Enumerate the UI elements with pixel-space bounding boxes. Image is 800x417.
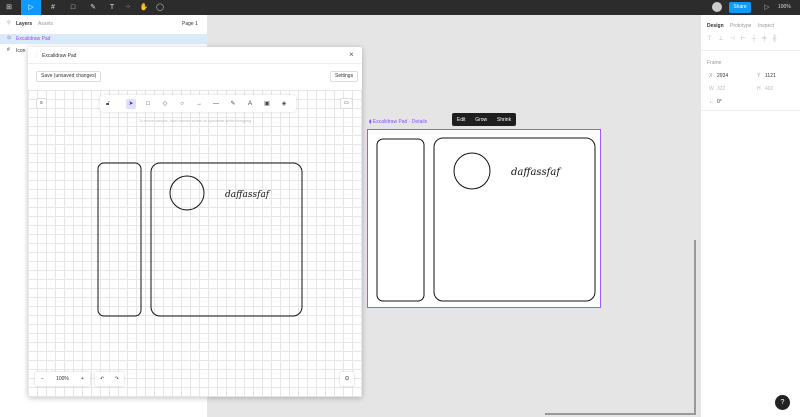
tall-rectangle: [376, 138, 425, 302]
plugin-title: Excalidraw Pad: [42, 53, 77, 59]
large-rectangle: [150, 162, 303, 317]
tab-inspect[interactable]: Inspect: [758, 23, 774, 29]
zoom-controls: − 100% +: [35, 372, 90, 386]
plugin-window: ⋮ Excalidraw Pad × Save (unsaved changes…: [28, 47, 362, 397]
undo-icon[interactable]: ↶: [100, 376, 104, 382]
large-rectangle: [433, 137, 596, 302]
frame-name: Excalidraw Pad: [372, 119, 408, 125]
settings-button[interactable]: Settings: [330, 71, 359, 82]
tab-layers[interactable]: Layers: [16, 21, 32, 27]
details-link[interactable]: Details: [412, 119, 427, 125]
rotation-field[interactable]: 0°: [717, 99, 722, 105]
tall-rectangle: [97, 162, 142, 317]
frame-drawing: daffassfaf: [376, 137, 596, 302]
history-controls: ↶ ↷: [95, 372, 124, 386]
height-field[interactable]: 402: [765, 86, 773, 92]
zoom-in-button[interactable]: +: [81, 376, 84, 382]
layer-row-selected[interactable]: ⊙ Excalidraw Pad: [0, 34, 208, 44]
width-field[interactable]: 322: [717, 86, 725, 92]
layer-name: Icon: [16, 48, 26, 54]
rotation-icon: ∟: [709, 99, 714, 105]
alignment-icons[interactable]: ⊤⊥⊣⊢┼╪╫: [707, 35, 783, 42]
hand-tool-icon[interactable]: ✋: [137, 0, 151, 15]
shrink-button[interactable]: Shrink: [497, 117, 511, 123]
close-icon[interactable]: ×: [349, 50, 354, 59]
present-icon[interactable]: ▷: [760, 0, 774, 15]
drawing-text: daffassfaf: [511, 167, 562, 178]
resources-icon[interactable]: ⁘: [121, 0, 135, 15]
divider: [701, 110, 800, 111]
zoom-out-button[interactable]: −: [41, 376, 44, 382]
shape-tool-icon[interactable]: □: [66, 0, 80, 15]
layer-name: Excalidraw Pad: [16, 36, 51, 42]
redo-icon[interactable]: ↷: [115, 376, 119, 382]
horizontal-scrollbar[interactable]: [545, 413, 695, 415]
circle: [453, 152, 491, 190]
drawing-text: daffassfaf: [225, 190, 271, 200]
frame-section[interactable]: Frame: [707, 60, 721, 66]
frame-action-bar: Edit Grow Shrink: [452, 113, 516, 126]
component-icon: ⊙: [7, 35, 12, 41]
toolbar: ⊞ ▷ # □ ✎ T ⁘ ✋ ◯ Share ▷ 100%: [0, 0, 800, 15]
y-field[interactable]: 1121: [765, 73, 776, 79]
pen-tool-icon[interactable]: ✎: [86, 0, 100, 15]
frame-label[interactable]: ⧫ Excalidraw Pad · Details: [369, 119, 427, 125]
frame-icon: #: [7, 47, 10, 53]
text-tool-icon[interactable]: T: [105, 0, 119, 15]
figma-menu-icon[interactable]: ⊞: [2, 0, 16, 15]
circle: [169, 175, 205, 211]
comment-icon[interactable]: ◯: [153, 0, 167, 15]
tab-prototype[interactable]: Prototype: [730, 23, 751, 29]
excalidraw-frame[interactable]: daffassfaf: [367, 129, 601, 308]
tab-assets[interactable]: Assets: [38, 21, 53, 27]
x-field[interactable]: 2934: [717, 73, 728, 79]
avatar[interactable]: [712, 2, 722, 12]
divider: [701, 50, 800, 51]
drawing: daffassfaf: [97, 162, 303, 317]
help-icon[interactable]: ⊙: [340, 372, 354, 386]
search-icon[interactable]: ⚲: [7, 20, 11, 26]
grow-button[interactable]: Grow: [475, 117, 487, 123]
excalidraw-canvas[interactable]: ≡ 🔓︎ ➤ □ ◇ ○ → — ✎ A ▣ ◈ ▭ To move canva…: [28, 90, 362, 397]
help-button[interactable]: ?: [775, 395, 790, 410]
page-selector[interactable]: Page 1: [182, 21, 198, 27]
save-button[interactable]: Save (unsaved changes): [36, 71, 102, 82]
divider: [28, 63, 362, 64]
edit-button[interactable]: Edit: [457, 117, 466, 123]
properties-panel: Design Prototype Inspect ⊤⊥⊣⊢┼╪╫ Frame X…: [700, 15, 800, 417]
vertical-scrollbar[interactable]: [694, 240, 696, 415]
share-button[interactable]: Share: [729, 2, 751, 13]
zoom-level: 100%: [56, 376, 69, 382]
drag-handle-icon[interactable]: ⋮: [34, 52, 39, 58]
tab-design[interactable]: Design: [707, 23, 724, 29]
frame-tool-icon[interactable]: #: [46, 0, 60, 15]
move-tool-icon[interactable]: ▷: [21, 0, 41, 15]
zoom-menu[interactable]: 100%: [778, 0, 791, 15]
